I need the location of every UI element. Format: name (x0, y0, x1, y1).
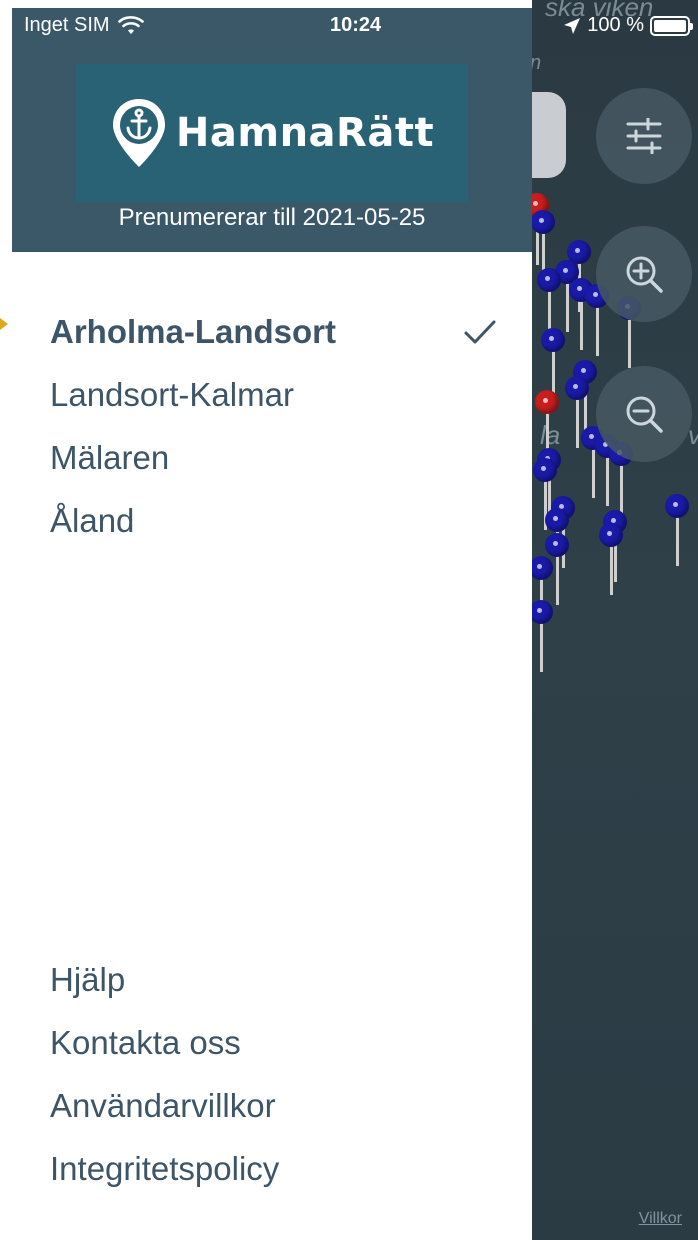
status-bar: Inget SIM 10:24 100 % (0, 0, 698, 52)
map-place-label: la (540, 420, 561, 450)
region-list: Arholma-Landsort Landsort-Kalmar Mälaren… (50, 300, 500, 552)
zoom-in-button[interactable] (596, 226, 692, 322)
filter-button[interactable] (596, 88, 692, 184)
region-item-arholma-landsort[interactable]: Arholma-Landsort (50, 300, 500, 363)
zoom-out-button[interactable] (596, 366, 692, 462)
contact-link[interactable]: Kontakta oss (50, 1011, 500, 1074)
zoom-in-icon (626, 256, 663, 293)
region-item-landsort-kalmar[interactable]: Landsort-Kalmar (50, 363, 500, 426)
help-link[interactable]: Hjälp (50, 948, 500, 1011)
map-pin[interactable] (581, 426, 605, 498)
map-pin[interactable] (665, 494, 689, 566)
region-label: Mälaren (50, 438, 170, 476)
region-item-malaren[interactable]: Mälaren (50, 426, 500, 489)
terms-of-use-link[interactable]: Användarvillkor (50, 1074, 500, 1137)
privacy-policy-link[interactable]: Integritetspolicy (50, 1137, 500, 1200)
map-pin[interactable] (599, 523, 623, 595)
wifi-icon (117, 15, 144, 34)
region-label: Landsort-Kalmar (50, 375, 294, 413)
subscription-status: Prenumererar till 2021-05-25 (118, 204, 426, 231)
region-item-aland[interactable]: Åland (50, 489, 500, 552)
region-label: Åland (50, 501, 135, 539)
status-time: 10:24 (330, 14, 382, 36)
map-pin[interactable] (609, 442, 633, 514)
terms-link[interactable]: Villkor (639, 1210, 682, 1228)
map-pin[interactable] (529, 600, 553, 672)
logo-wordmark: HamnaRätt (175, 110, 435, 156)
map-pin[interactable] (585, 284, 609, 356)
footer-links: Hjälp Kontakta oss Användarvillkor Integ… (50, 948, 500, 1200)
filter-sliders-icon (626, 118, 662, 154)
map-pin[interactable] (545, 533, 569, 605)
map-pin[interactable] (569, 278, 593, 350)
battery-percent: 100 % (587, 14, 644, 36)
map-pin[interactable] (595, 434, 619, 506)
region-label: Arholma-Landsort (50, 312, 337, 350)
map-pin[interactable] (565, 376, 589, 448)
side-drawer: HamnaRätt Prenumererar till 2021-05-25 A… (0, 0, 532, 1240)
anchor-pin-icon (112, 99, 165, 167)
selection-marker (0, 318, 8, 330)
carrier-label: Inget SIM (24, 14, 110, 36)
app-logo: HamnaRätt (76, 64, 468, 202)
checkmark-icon (464, 320, 496, 343)
battery-icon (650, 15, 693, 36)
zoom-out-icon (626, 396, 663, 433)
map-pin[interactable] (617, 296, 641, 368)
location-arrow-icon (564, 17, 581, 34)
